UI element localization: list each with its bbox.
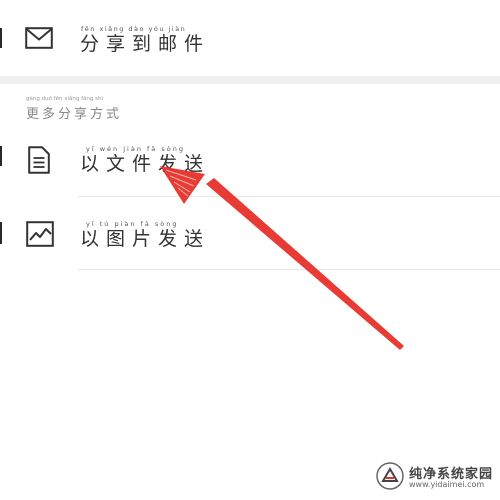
section-title-pinyin: gèng duō fēn xiǎng fāng shì [26,96,104,102]
send-as-image-label: 以图片发送 [80,228,211,250]
share-email-label: 分享到邮件 [80,33,211,55]
mail-icon [25,27,53,53]
share-menu-page: fēn xiǎng dào yóu jiàn 分享到邮件 gèng duō fē… [0,0,500,500]
watermark: 纯净系统家园 www.yidaimei.com [375,459,495,495]
share-email-row[interactable]: fēn xiǎng dào yóu jiàn 分享到邮件 [0,0,500,76]
send-as-image-row[interactable]: yǐ tú piàn fā sòng 以图片发送 [0,200,500,270]
document-icon [28,146,50,178]
send-as-file-row[interactable]: yǐ wén jiàn fā sòng 以文件发送 [0,125,500,197]
section-separator [0,76,500,84]
row-divider [78,269,500,270]
more-share-section-title: 更多分享方式 [26,107,123,122]
send-as-file-label: 以文件发送 [80,153,211,175]
picture-icon [26,221,54,251]
watermark-url: www.yidaimei.com [409,480,485,489]
row-divider [78,196,500,197]
watermark-logo [375,461,405,495]
